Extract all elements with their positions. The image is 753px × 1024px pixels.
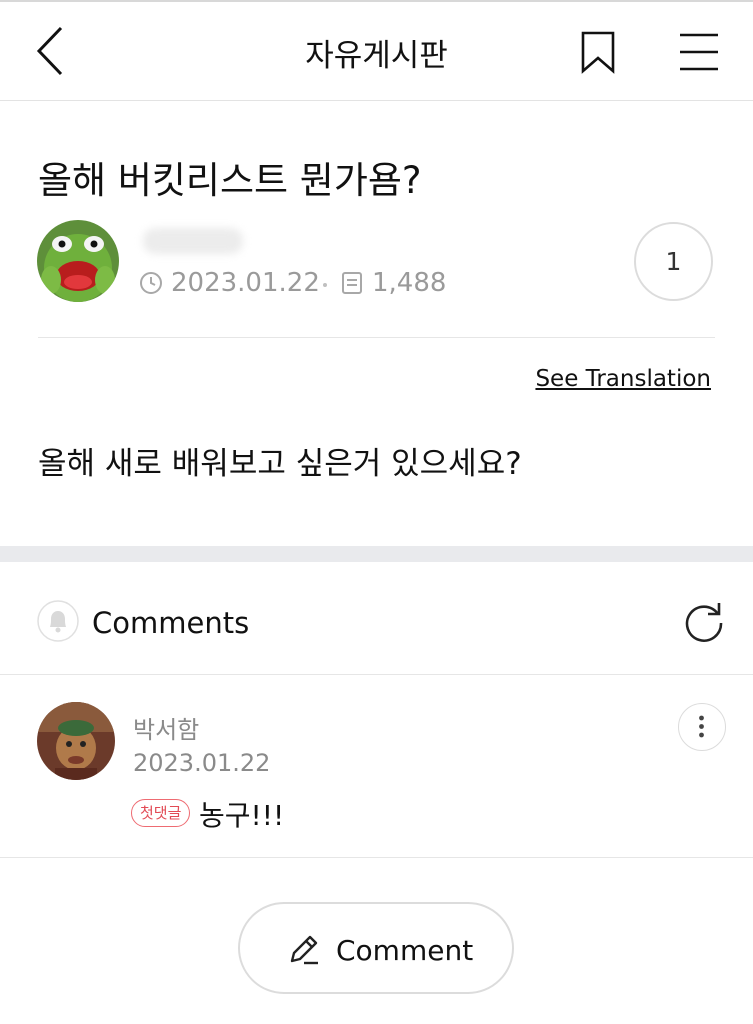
- divider: [0, 857, 753, 858]
- bell-icon[interactable]: [37, 600, 79, 642]
- pencil-icon: [290, 935, 318, 965]
- hamburger-menu-icon[interactable]: [678, 32, 720, 72]
- app-header: 자유게시판: [0, 2, 753, 101]
- more-vertical-icon: [699, 715, 704, 738]
- commenter-avatar[interactable]: [37, 702, 115, 780]
- refresh-icon[interactable]: [681, 598, 727, 644]
- comments-label: Comments: [92, 606, 250, 640]
- post-views: 1,488: [372, 268, 447, 298]
- comment-text: 농구!!!: [199, 799, 285, 832]
- author-avatar[interactable]: [37, 220, 119, 302]
- clock-icon: [140, 272, 162, 294]
- write-comment-label: Comment: [336, 934, 474, 967]
- comment-author: 박서함: [133, 716, 200, 744]
- meta-separator-dot: [323, 283, 327, 287]
- views-icon: [342, 272, 362, 294]
- comments-header: Comments: [0, 562, 753, 675]
- board-title: 자유게시판: [305, 38, 448, 74]
- post-date: 2023.01.22: [171, 268, 320, 298]
- comment-more-button[interactable]: [678, 703, 726, 751]
- bookmark-icon[interactable]: [580, 30, 616, 74]
- section-separator: [0, 546, 753, 562]
- divider: [38, 337, 715, 338]
- comment-date: 2023.01.22: [133, 749, 271, 777]
- post-title: 올해 버킷리스트 뭔가욤?: [38, 159, 422, 202]
- author-name-blurred: [143, 228, 243, 254]
- see-translation-link[interactable]: See Translation: [535, 366, 711, 392]
- comment-count-badge[interactable]: 1: [634, 222, 713, 301]
- write-comment-button[interactable]: Comment: [238, 902, 514, 994]
- post-body: 올해 새로 배워보고 싶은거 있으세요?: [38, 446, 522, 482]
- first-comment-badge: 첫댓글: [131, 799, 191, 827]
